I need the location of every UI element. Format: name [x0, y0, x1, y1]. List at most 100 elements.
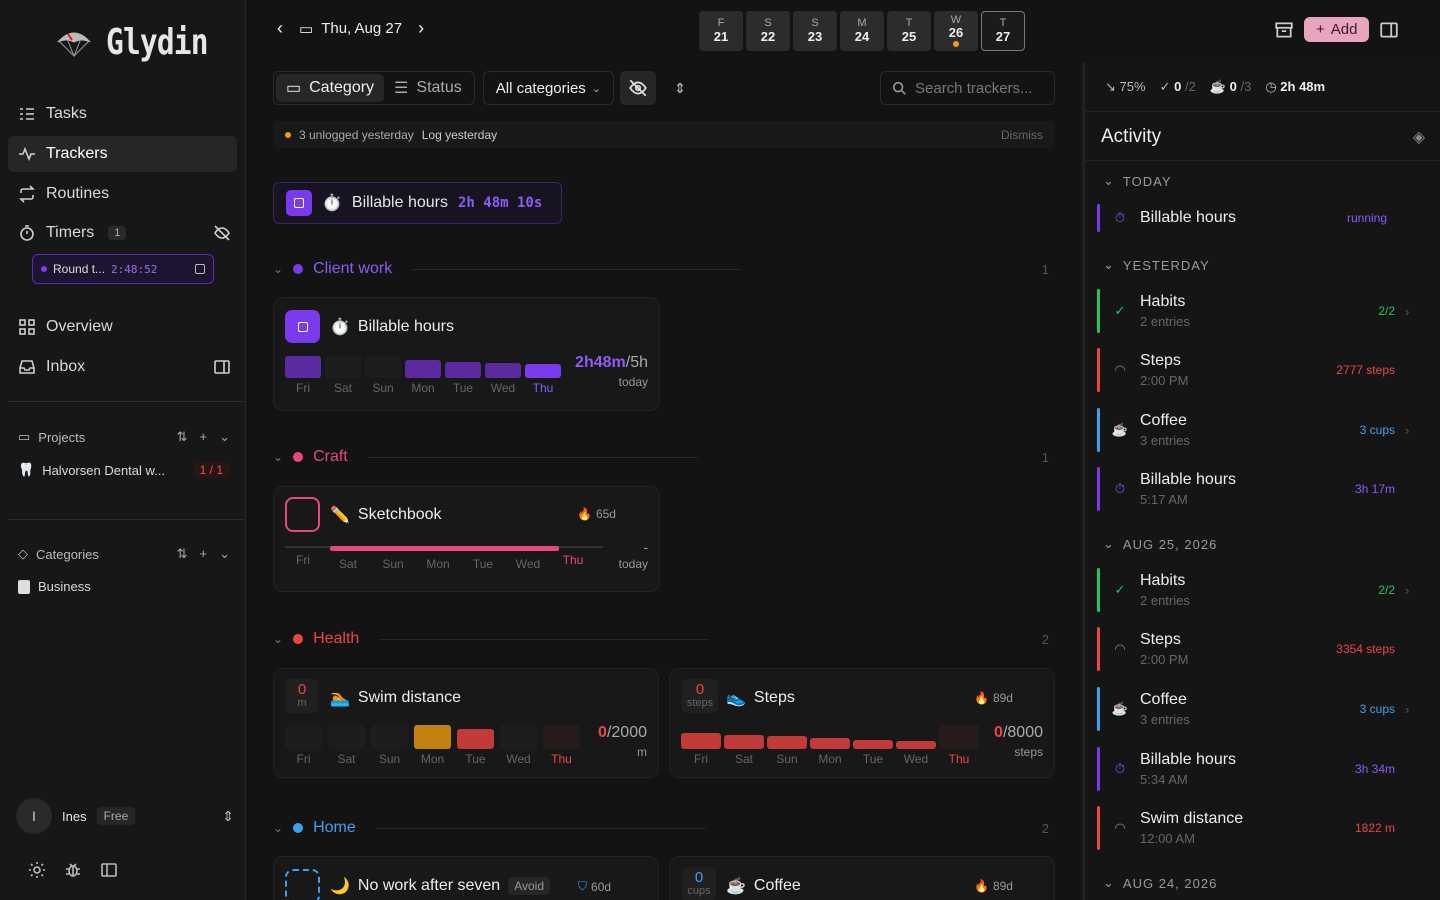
- bar-tue: [445, 362, 481, 378]
- activity-entry[interactable]: ✓ Habits 2 entries 2/2 ›: [1097, 288, 1417, 334]
- user-menu[interactable]: I Ines Free ⇕: [16, 797, 234, 835]
- trend-stat: ↘ 75%: [1105, 79, 1146, 95]
- group-craft[interactable]: ⌄ Craft 1: [273, 446, 1055, 468]
- sun-icon[interactable]: [28, 861, 46, 879]
- tracker-card-billable-hours[interactable]: ⏱️ Billable hours Fri Sat Sun Mon Tue Wed Thu 2…: [273, 297, 660, 411]
- sidebar-toggle-icon[interactable]: [100, 861, 118, 879]
- activity-entry[interactable]: ⏱ Billable hours 5:34 AM 3h 34m: [1097, 746, 1417, 792]
- checkbox[interactable]: [285, 497, 320, 532]
- group-name: Client work: [313, 260, 393, 277]
- counter-button[interactable]: 0 steps: [682, 679, 718, 713]
- activity-entry[interactable]: ◠ Steps 2:00 PM 3354 steps: [1097, 626, 1417, 672]
- folder-icon: ▭: [18, 429, 31, 444]
- weekday-label: Sat: [333, 381, 352, 395]
- stop-button[interactable]: [286, 190, 312, 216]
- stopwatch-icon: ⏱: [1114, 761, 1126, 776]
- sidebar-divider: [8, 401, 246, 402]
- counter-value: 0: [694, 869, 704, 886]
- chevron-down-icon: ⌄: [591, 82, 602, 95]
- category-item[interactable]: Business: [18, 579, 230, 594]
- counter-unit: m: [297, 696, 307, 709]
- chevron-right-icon[interactable]: ›: [1405, 304, 1417, 319]
- hide-archived-button[interactable]: [620, 71, 657, 105]
- category-filter-select[interactable]: All categories ⌄: [482, 71, 615, 105]
- group-health[interactable]: ⌄ Health 2: [273, 628, 1055, 650]
- day-header-aug-24[interactable]: ⌄ AUG 24, 2026: [1103, 875, 1217, 891]
- nav-tasks-label: Tasks: [46, 105, 87, 122]
- tracker-card-steps[interactable]: 0 steps 👟 Steps 🔥 89d Fri Sat Sun Mon Tue Wed Thu…: [669, 668, 1055, 778]
- search-icon: [892, 81, 906, 95]
- dismiss-button[interactable]: Dismiss: [1001, 128, 1043, 142]
- entry-sub: 2 entries: [1140, 593, 1190, 608]
- running-tracker-chip[interactable]: ⏱️ Billable hours 2h 48m 10s: [273, 182, 562, 224]
- tag-icon: ◇: [18, 546, 28, 561]
- day-header-today[interactable]: ⌄ TODAY: [1103, 173, 1172, 189]
- group-home[interactable]: ⌄ Home 2: [273, 817, 1055, 839]
- bar-sat: [328, 725, 365, 749]
- sort-icon[interactable]: ⇅: [177, 429, 188, 445]
- tracker-card-no-work-after-seven[interactable]: 🌙 No work after seven Avoid ⛉ 60d: [273, 856, 659, 900]
- plan-badge: Free: [96, 807, 136, 825]
- entry-name: Coffee: [1140, 691, 1187, 708]
- right-panel-toggle-icon[interactable]: [1379, 20, 1399, 40]
- tracker-card-swim-distance[interactable]: 0m 🏊 Swim distance Fri Sat Sun Mon Tue Wed Thu …: [273, 668, 659, 778]
- counter-button[interactable]: 0 cups: [682, 867, 716, 900]
- entry-name: Swim distance: [1140, 810, 1244, 827]
- counter-button[interactable]: 0m: [286, 679, 318, 713]
- nav-routines[interactable]: Routines: [8, 176, 237, 212]
- bug-icon[interactable]: [64, 861, 82, 879]
- add-category-icon[interactable]: +: [200, 546, 208, 562]
- tracker-card-sketchbook[interactable]: ✏️ Sketchbook 🔥 65d Fri Sat Sun Mon Tue Wed Thu …: [273, 486, 660, 592]
- weekday-label: Fri: [694, 752, 708, 766]
- activity-entry[interactable]: ◠ Steps 2:00 PM 2777 steps: [1097, 347, 1417, 393]
- timer-dot: [41, 266, 47, 272]
- activity-entry[interactable]: ⏱ Billable hours running: [1097, 195, 1417, 241]
- nav-trackers[interactable]: Trackers: [8, 136, 237, 172]
- chevron-down-icon[interactable]: ⌄: [219, 429, 230, 445]
- group-client-work[interactable]: ⌄ Client work 1: [273, 258, 1055, 280]
- group-by-category[interactable]: ▭ Category: [276, 74, 385, 102]
- log-yesterday-link[interactable]: Log yesterday: [422, 128, 497, 142]
- stop-button[interactable]: [285, 310, 320, 343]
- project-progress: 1 / 1: [192, 462, 230, 478]
- eye-off-icon[interactable]: [213, 224, 231, 242]
- group-by-status[interactable]: ☰ Status: [384, 74, 472, 102]
- tracker-card-coffee[interactable]: 0 cups ☕ Coffee 🔥 89d: [669, 856, 1055, 900]
- timer-label: Round t...: [53, 262, 106, 276]
- activity-entry[interactable]: ☕ Coffee 3 entries 3 cups ›: [1097, 407, 1417, 453]
- day-header-aug-25[interactable]: ⌄ AUG 25, 2026: [1103, 536, 1217, 552]
- archive-icon[interactable]: [1274, 20, 1294, 40]
- stop-icon[interactable]: [195, 264, 205, 274]
- nav-timers[interactable]: Timers 1: [8, 215, 237, 251]
- list-icon: ☰: [394, 80, 409, 97]
- activity-entry[interactable]: ⏱ Billable hours 5:17 AM 3h 17m: [1097, 466, 1417, 512]
- add-project-icon[interactable]: +: [200, 429, 208, 445]
- chevron-right-icon[interactable]: ›: [1405, 702, 1417, 717]
- collapse-all-button[interactable]: ⇕: [662, 71, 698, 105]
- chevron-right-icon[interactable]: ›: [1405, 423, 1417, 438]
- layers-icon[interactable]: ◈: [1413, 127, 1425, 147]
- day-header-yesterday[interactable]: ⌄ YESTERDAY: [1103, 257, 1210, 273]
- search-trackers[interactable]: Search trackers...: [880, 71, 1055, 105]
- chevron-right-icon[interactable]: ›: [1405, 583, 1417, 598]
- running-elapsed: 2h 48m 10s: [457, 195, 543, 211]
- weekday-label: Wed: [903, 752, 929, 766]
- entry-name: Habits: [1140, 293, 1186, 310]
- checkbox[interactable]: [285, 869, 320, 900]
- running-timer-pill[interactable]: Round t... 2:48:52: [32, 254, 214, 284]
- activity-entry[interactable]: ☕ Coffee 3 entries 3 cups ›: [1097, 686, 1417, 732]
- activity-entry[interactable]: ◠ Swim distance 12:00 AM 1822 m: [1097, 805, 1417, 851]
- nav-inbox[interactable]: Inbox: [8, 349, 237, 385]
- weekday-label: Wed: [515, 557, 541, 571]
- panel-divider: [1085, 160, 1440, 161]
- panel-icon[interactable]: [213, 358, 231, 376]
- project-item[interactable]: 🦷 Halvorsen Dental w... 1 / 1: [18, 462, 230, 478]
- chevron-down-icon[interactable]: ⌄: [219, 546, 230, 562]
- sort-icon[interactable]: ⇅: [177, 546, 188, 562]
- streak-line: [330, 546, 559, 551]
- unlogged-notice: 3 unlogged yesterday Log yesterday Dismi…: [273, 121, 1055, 148]
- add-button[interactable]: + Add: [1304, 17, 1370, 42]
- nav-tasks[interactable]: Tasks: [8, 96, 237, 132]
- activity-entry[interactable]: ✓ Habits 2 entries 2/2 ›: [1097, 567, 1417, 613]
- nav-overview[interactable]: Overview: [8, 309, 237, 345]
